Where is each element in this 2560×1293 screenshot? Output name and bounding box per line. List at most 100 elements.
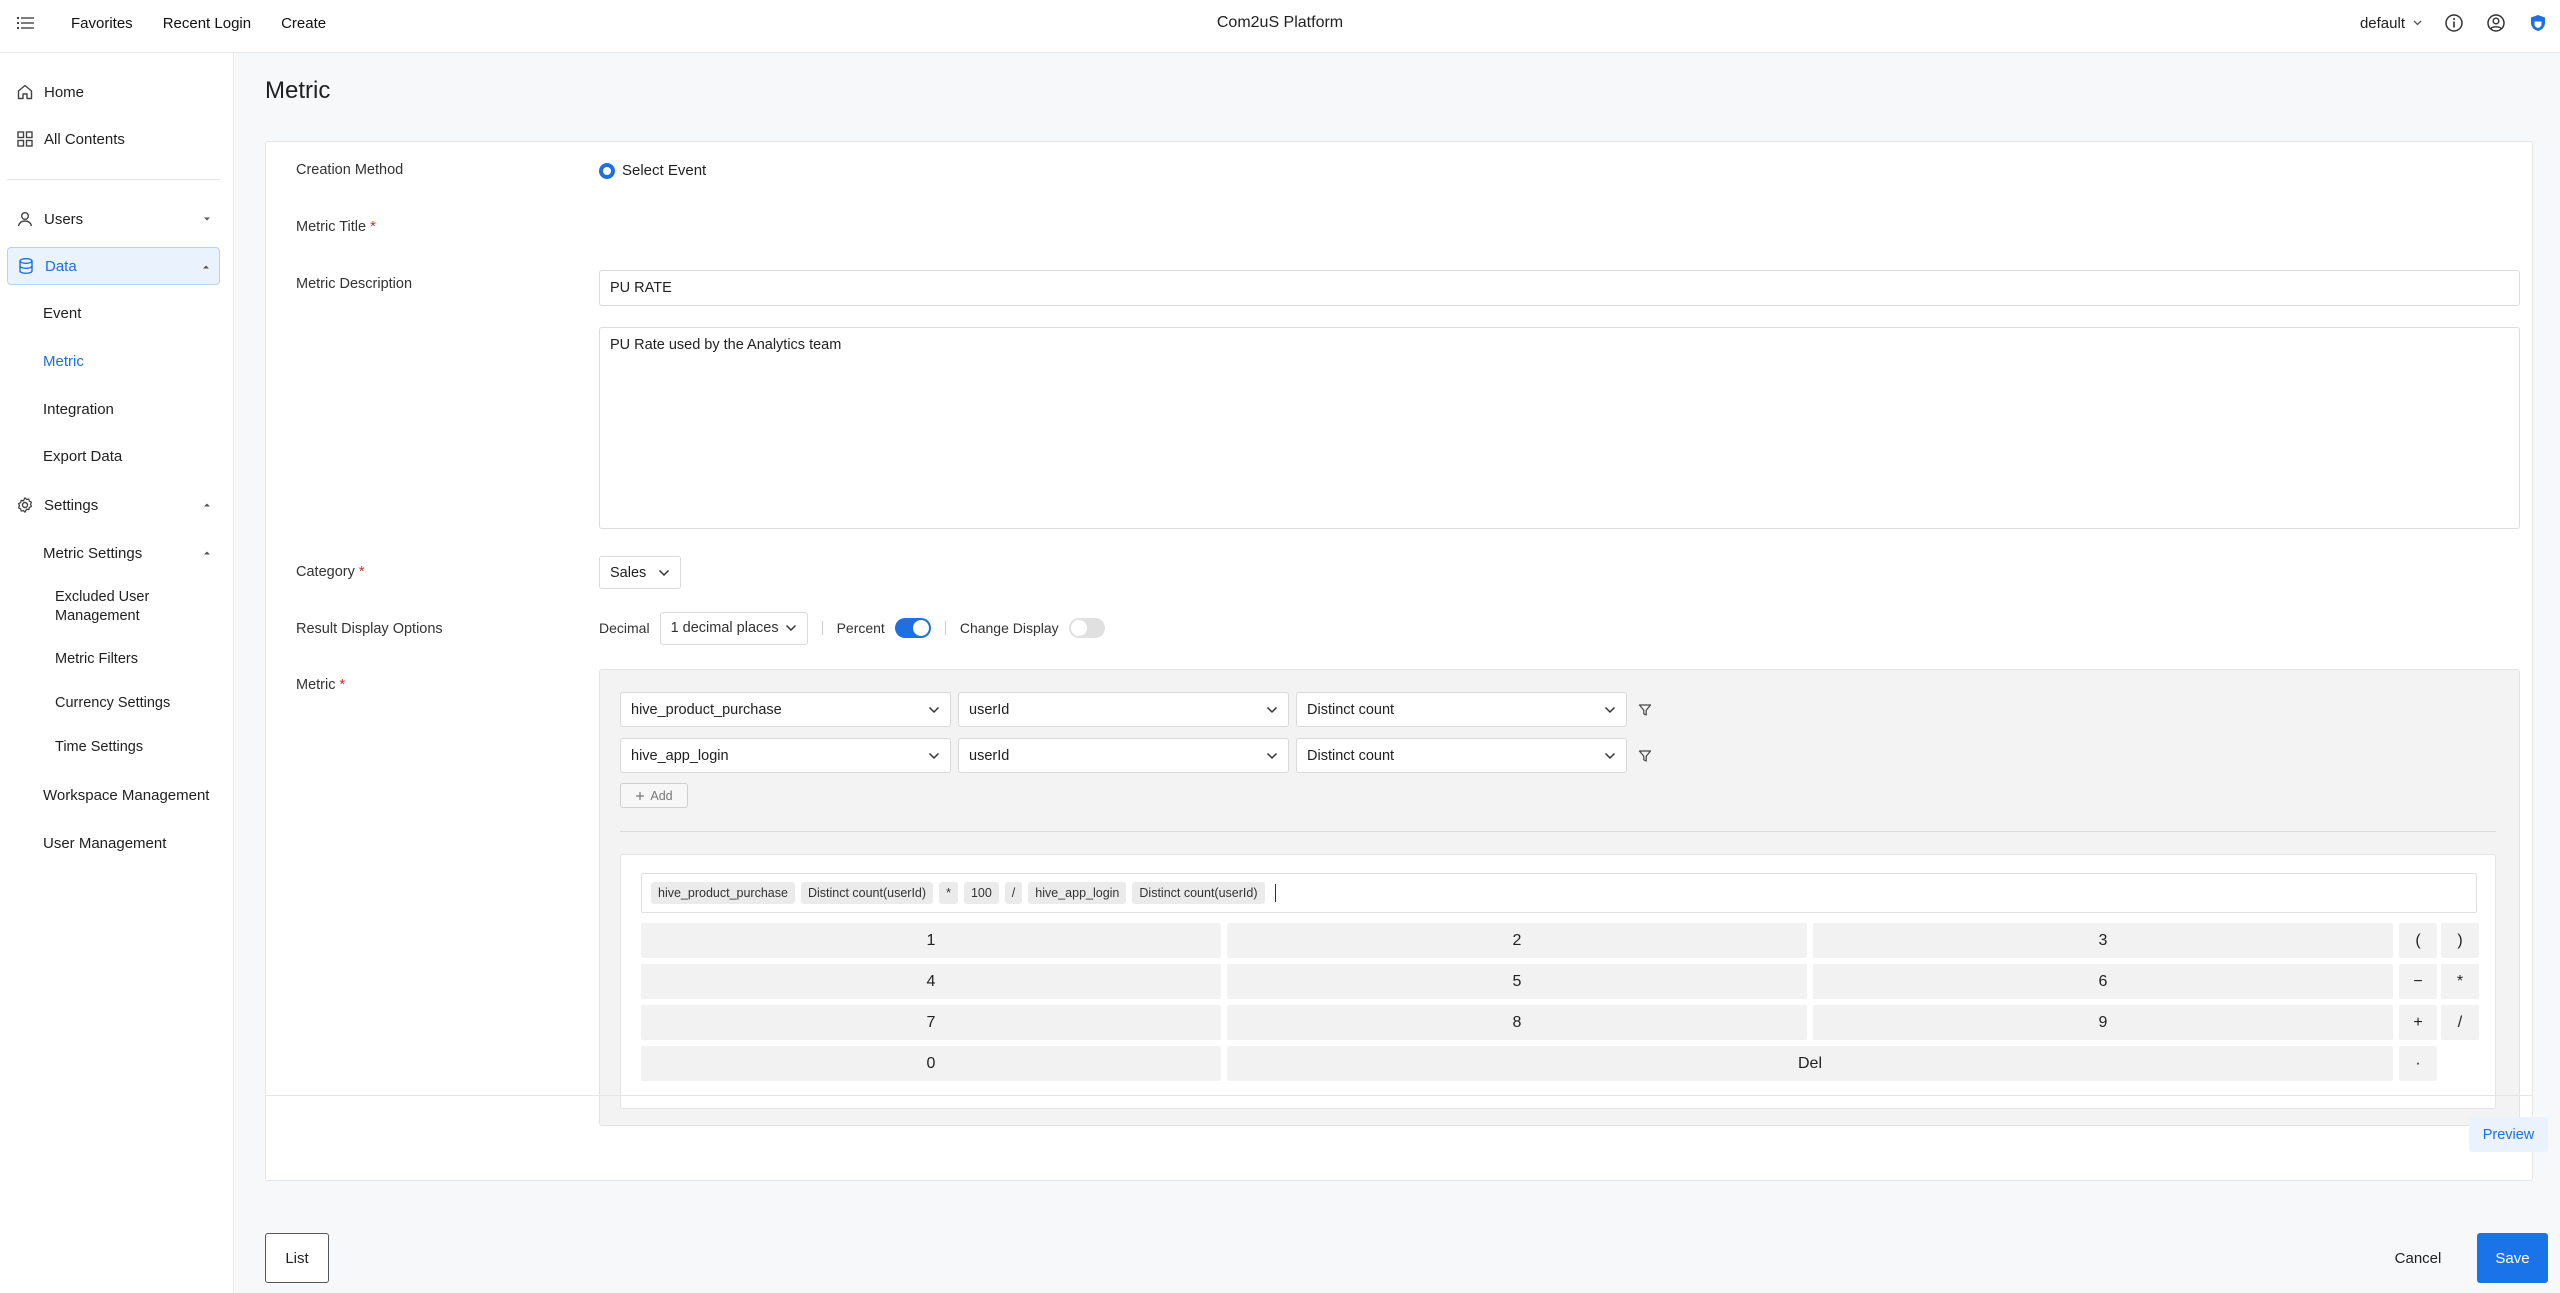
result-display-options-label: Result Display Options (296, 621, 443, 637)
sidebar: Home All Contents Users Data Event Metri… (0, 53, 234, 1293)
category-select[interactable]: Sales (599, 556, 681, 589)
top-nav: Favorites Recent Login Create (56, 0, 341, 46)
sidebar-item-all-contents[interactable]: All Contents (7, 120, 220, 158)
filter-icon[interactable] (1638, 749, 1652, 763)
radio-selected-icon (599, 162, 615, 179)
text-caret (1274, 884, 1276, 902)
key-close-paren[interactable]: ) (2441, 923, 2479, 958)
metric-title-input[interactable]: PU RATE (599, 270, 2520, 306)
sidebar-item-label: Settings (44, 496, 99, 514)
add-label: Add (650, 788, 673, 803)
key-plus[interactable]: + (2399, 1005, 2437, 1040)
key-0[interactable]: 0 (641, 1046, 1221, 1081)
nav-recent-login[interactable]: Recent Login (148, 15, 266, 32)
shield-icon[interactable] (2528, 13, 2548, 33)
formula-token[interactable]: 100 (963, 882, 999, 904)
sidebar-item-label: Data (45, 257, 77, 275)
key-multiply[interactable]: * (2441, 964, 2479, 999)
aggregation-value: Distinct count (1307, 747, 1395, 764)
sidebar-item-settings[interactable]: Settings (7, 486, 220, 524)
key-open-paren[interactable]: ( (2399, 923, 2437, 958)
key-4[interactable]: 4 (641, 964, 1221, 999)
formula-token[interactable]: / (1004, 882, 1023, 904)
key-minus[interactable]: − (2399, 964, 2437, 999)
chevron-down-icon (928, 752, 940, 759)
field-value: userId (969, 747, 1010, 764)
formula-token[interactable]: hive_product_purchase (651, 882, 795, 904)
formula-token[interactable]: Distinct count(userId) (800, 882, 934, 904)
info-icon[interactable] (2444, 13, 2464, 33)
creation-method-label: Creation Method (296, 162, 404, 178)
sidebar-item-metric[interactable]: Metric (43, 353, 84, 370)
key-3[interactable]: 3 (1813, 923, 2393, 958)
key-5[interactable]: 5 (1227, 964, 1807, 999)
key-2[interactable]: 2 (1227, 923, 1807, 958)
metric-description-label: Metric Description (296, 276, 413, 292)
sidebar-item-integration[interactable]: Integration (43, 401, 114, 418)
sidebar-item-excluded-user-management[interactable]: Excluded User Management (55, 588, 205, 626)
formula-token[interactable]: * (939, 882, 958, 904)
filter-icon[interactable] (1638, 703, 1652, 717)
event-select[interactable]: hive_product_purchase (620, 692, 951, 727)
gear-icon (17, 497, 33, 513)
key-7[interactable]: 7 (641, 1005, 1221, 1040)
page-title: Metric (265, 77, 331, 104)
key-decimal-point[interactable]: · (2399, 1046, 2437, 1081)
key-6[interactable]: 6 (1813, 964, 2393, 999)
sidebar-item-event[interactable]: Event (43, 305, 81, 322)
field-select[interactable]: userId (958, 692, 1289, 727)
nav-create[interactable]: Create (266, 15, 341, 32)
card-divider (266, 1095, 2532, 1096)
chevron-down-icon (785, 624, 796, 632)
sidebar-item-user-management[interactable]: User Management (43, 835, 166, 852)
formula-token[interactable]: Distinct count(userId) (1132, 882, 1265, 904)
percent-label: Percent (836, 620, 885, 636)
caret-down-icon (204, 217, 210, 221)
caret-up-icon (204, 503, 210, 507)
cancel-button[interactable]: Cancel (2383, 1233, 2453, 1283)
metric-title-label: Metric Title * (296, 219, 376, 235)
percent-toggle[interactable] (894, 618, 931, 638)
user-icon[interactable] (2486, 13, 2506, 33)
aggregation-select[interactable]: Distinct count (1296, 738, 1627, 773)
key-8[interactable]: 8 (1227, 1005, 1807, 1040)
caret-up-icon (203, 265, 209, 269)
key-9[interactable]: 9 (1813, 1005, 2393, 1040)
sidebar-item-export-data[interactable]: Export Data (43, 448, 122, 465)
save-button[interactable]: Save (2477, 1233, 2548, 1283)
sidebar-item-label: Home (44, 83, 85, 101)
workspace-selector[interactable]: default (2360, 15, 2422, 32)
creation-method-radio[interactable]: Select Event (599, 162, 706, 179)
nav-favorites[interactable]: Favorites (56, 15, 148, 32)
key-1[interactable]: 1 (641, 923, 1221, 958)
caret-up-icon (204, 551, 210, 555)
sidebar-item-home[interactable]: Home (7, 73, 220, 111)
add-metric-row-button[interactable]: Add (620, 783, 688, 808)
formula-token[interactable]: hive_app_login (1028, 882, 1127, 904)
list-button[interactable]: List (265, 1233, 329, 1283)
field-select[interactable]: userId (958, 738, 1289, 773)
aggregation-select[interactable]: Distinct count (1296, 692, 1627, 727)
event-select[interactable]: hive_app_login (620, 738, 951, 773)
decimal-select[interactable]: 1 decimal places (659, 611, 808, 645)
result-display-options: Decimal 1 decimal places Percent Change … (599, 611, 1105, 645)
sidebar-item-time-settings[interactable]: Time Settings (55, 738, 205, 757)
sidebar-item-data[interactable]: Data (7, 247, 220, 285)
formula-editor: hive_product_purchase Distinct count(use… (620, 854, 2496, 1109)
preview-button[interactable]: Preview (2469, 1117, 2548, 1152)
metric-description-textarea[interactable]: PU Rate used by the Analytics team (599, 327, 2520, 529)
key-del[interactable]: Del (1227, 1046, 2393, 1081)
sidebar-item-workspace-management[interactable]: Workspace Management (43, 787, 209, 804)
change-display-toggle[interactable] (1068, 618, 1105, 638)
chevron-down-icon (928, 706, 940, 713)
menu-icon[interactable] (16, 13, 36, 33)
category-value: Sales (610, 564, 647, 581)
sidebar-item-metric-settings[interactable]: Metric Settings (7, 534, 220, 572)
sidebar-divider (7, 179, 220, 180)
chevron-down-icon (658, 569, 670, 576)
sidebar-item-metric-filters[interactable]: Metric Filters (55, 650, 205, 669)
key-divide[interactable]: / (2441, 1005, 2479, 1040)
formula-input[interactable]: hive_product_purchase Distinct count(use… (641, 873, 2477, 913)
sidebar-item-users[interactable]: Users (7, 200, 220, 238)
sidebar-item-currency-settings[interactable]: Currency Settings (55, 694, 205, 713)
